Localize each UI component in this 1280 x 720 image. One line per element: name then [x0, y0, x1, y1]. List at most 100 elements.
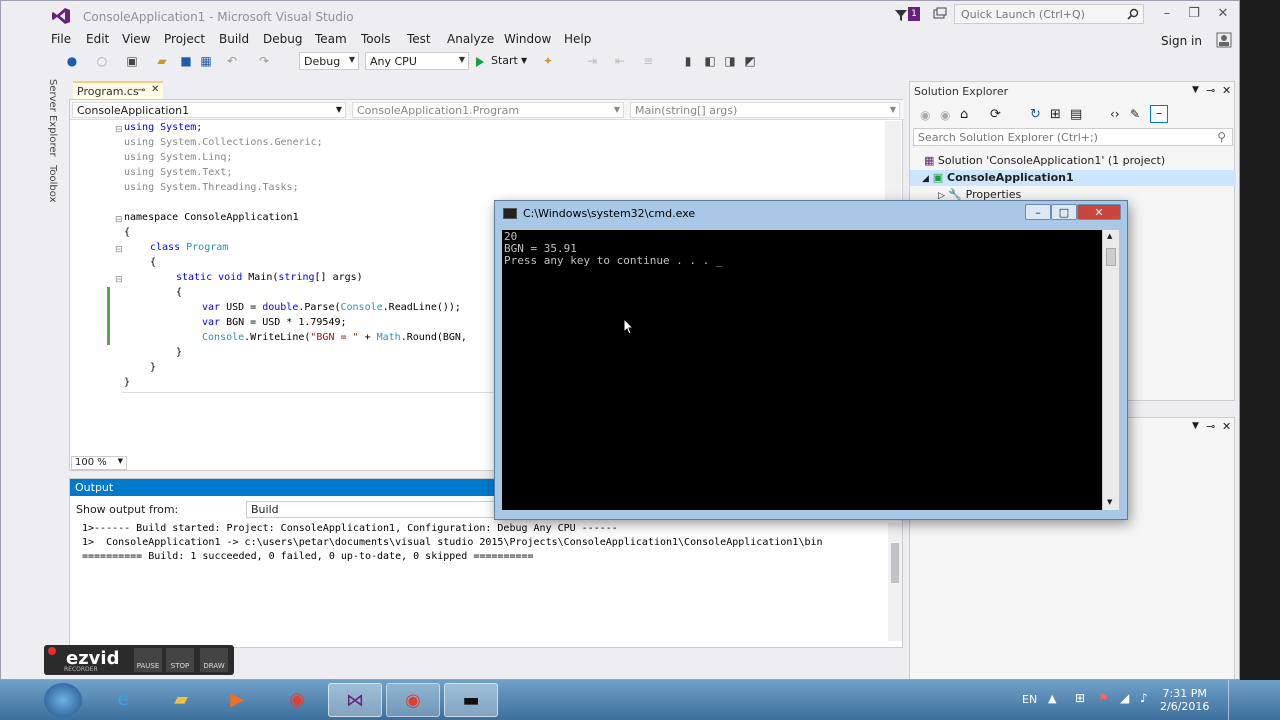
- console-scroll-thumb[interactable]: [1106, 248, 1116, 266]
- scroll-down-icon[interactable]: ▼: [1107, 498, 1112, 506]
- tray-volume-icon[interactable]: ♪: [1140, 691, 1148, 705]
- save-all-icon[interactable]: ▦: [199, 54, 213, 68]
- attach-icon[interactable]: ✦: [541, 54, 555, 68]
- menu-team[interactable]: Team: [315, 32, 347, 46]
- undo-icon[interactable]: ↶: [225, 54, 239, 68]
- filter-icon[interactable]: [894, 8, 908, 22]
- quick-launch-input[interactable]: Quick Launch (Ctrl+Q): [954, 4, 1144, 24]
- show-desktop-button[interactable]: [1228, 680, 1240, 720]
- console-close-button[interactable]: ✕: [1077, 204, 1121, 220]
- taskbar-chrome-2-icon[interactable]: ◉: [386, 683, 440, 717]
- document-tab-program[interactable]: Program.cs ⊸ ✕: [73, 81, 163, 99]
- pin-icon[interactable]: ⊸: [1206, 84, 1215, 97]
- taskbar-visual-studio-icon[interactable]: ⋈: [328, 683, 382, 717]
- collapse-all-icon[interactable]: ⊞: [1050, 107, 1061, 122]
- solution-platform-dropdown[interactable]: Any CPU ▼: [365, 52, 469, 70]
- solution-search-input[interactable]: Search Solution Explorer (Ctrl+;) ⚲: [913, 128, 1233, 146]
- ezvid-draw-button[interactable]: DRAW: [200, 648, 228, 672]
- class-dropdown[interactable]: ConsoleApplication1.Program ▼: [352, 102, 624, 118]
- menu-file[interactable]: File: [51, 32, 71, 46]
- view-code-icon[interactable]: ‹›: [1110, 107, 1120, 121]
- code-line: using System;: [124, 122, 202, 137]
- taskbar-internet-explorer-icon[interactable]: e: [96, 683, 150, 717]
- preview-icon[interactable]: –: [1150, 105, 1168, 123]
- expand-icon[interactable]: ◢: [922, 174, 929, 184]
- tray-show-hidden-icon[interactable]: ▲: [1048, 692, 1056, 705]
- zoom-dropdown[interactable]: 100 % ▼: [71, 456, 127, 470]
- output-source-dropdown[interactable]: Build▼: [246, 501, 526, 518]
- taskbar-cmd-icon[interactable]: ▬: [444, 683, 498, 717]
- feedback-icon[interactable]: [933, 7, 947, 21]
- ezvid-pause-button[interactable]: PAUSE: [134, 648, 162, 672]
- account-icon[interactable]: [1216, 32, 1232, 48]
- menu-test[interactable]: Test: [407, 32, 431, 46]
- ezvid-stop-button[interactable]: STOP: [166, 648, 194, 672]
- step-icon[interactable]: ⇥: [585, 54, 599, 68]
- properties-icon[interactable]: ✎: [1130, 107, 1140, 121]
- forward-icon[interactable]: ◉: [940, 108, 950, 122]
- scroll-up-icon[interactable]: ▲: [1107, 232, 1112, 240]
- redo-icon[interactable]: ↷: [257, 54, 271, 68]
- console-window[interactable]: C:\Windows\system32\cmd.exe – □ ✕ 20 BGN…: [494, 200, 1128, 520]
- toolbox-tab[interactable]: Toolbox: [47, 165, 58, 203]
- home-icon[interactable]: ⌂: [960, 107, 968, 122]
- menu-tools[interactable]: Tools: [361, 32, 391, 46]
- console-output[interactable]: 20 BGN = 35.91 Press any key to continue…: [502, 230, 1102, 510]
- open-file-icon[interactable]: ▰: [155, 54, 169, 68]
- new-project-icon[interactable]: ▣: [125, 54, 139, 68]
- menu-help[interactable]: Help: [564, 32, 591, 46]
- console-scrollbar[interactable]: ▲ ▼: [1102, 230, 1119, 510]
- tree-item-project[interactable]: ◢ ▣ ConsoleApplication1: [922, 171, 1074, 184]
- navigate-back-icon[interactable]: ●: [65, 54, 79, 68]
- project-dropdown[interactable]: ConsoleApplication1 ▼: [72, 102, 346, 118]
- minimize-button[interactable]: –: [1159, 7, 1175, 21]
- sync-icon[interactable]: ⟳: [990, 107, 1001, 122]
- menu-debug[interactable]: Debug: [263, 32, 302, 46]
- show-all-files-icon[interactable]: ▤: [1070, 107, 1082, 122]
- close-icon[interactable]: ✕: [1222, 420, 1231, 433]
- start-orb-icon[interactable]: [44, 683, 82, 717]
- solution-config-dropdown[interactable]: Debug ▼: [299, 52, 359, 70]
- console-minimize-button[interactable]: –: [1025, 204, 1051, 220]
- format-icon[interactable]: ≡: [641, 54, 655, 68]
- dropdown-icon[interactable]: ▼: [1192, 421, 1199, 431]
- taskbar-media-player-icon[interactable]: ▶: [210, 683, 264, 717]
- close-button[interactable]: ✕: [1215, 7, 1231, 21]
- language-indicator[interactable]: EN: [1022, 693, 1037, 706]
- pin-icon[interactable]: ⊸: [137, 85, 145, 96]
- tray-signal-icon[interactable]: ◢: [1120, 691, 1129, 705]
- bookmark-next-icon[interactable]: ◨: [723, 54, 737, 68]
- notification-badge[interactable]: 1: [908, 7, 920, 21]
- tree-item-solution[interactable]: ▦ Solution 'ConsoleApplication1' (1 proj…: [924, 154, 1165, 167]
- bookmark-prev-icon[interactable]: ◧: [703, 54, 717, 68]
- save-icon[interactable]: ■: [179, 54, 193, 68]
- menu-project[interactable]: Project: [164, 32, 205, 46]
- close-tab-icon[interactable]: ✕: [151, 84, 159, 95]
- step-over-icon[interactable]: ⇤: [613, 54, 627, 68]
- navigate-forward-icon[interactable]: ○: [95, 54, 109, 68]
- member-dropdown[interactable]: Main(string[] args) ▼: [630, 102, 900, 118]
- dropdown-icon[interactable]: ▼: [1192, 85, 1199, 95]
- output-scroll-thumb[interactable]: [891, 543, 899, 583]
- output-scrollbar[interactable]: [888, 523, 902, 641]
- menu-view[interactable]: View: [122, 32, 150, 46]
- server-explorer-tab[interactable]: Server Explorer: [47, 79, 58, 157]
- menu-edit[interactable]: Edit: [86, 32, 109, 46]
- bookmark-clear-icon[interactable]: ◩: [743, 54, 757, 68]
- tray-network-icon[interactable]: ⊞: [1075, 691, 1085, 705]
- menu-window[interactable]: Window: [504, 32, 551, 46]
- tray-flag-icon[interactable]: ⚑: [1098, 691, 1109, 705]
- close-icon[interactable]: ✕: [1222, 84, 1231, 97]
- taskbar-explorer-icon[interactable]: ▰: [154, 683, 208, 717]
- refresh-icon[interactable]: ↻: [1030, 107, 1041, 122]
- system-clock[interactable]: 7:31 PM 2/6/2016: [1160, 687, 1209, 713]
- sign-in-link[interactable]: Sign in: [1161, 34, 1202, 48]
- console-maximize-button[interactable]: □: [1051, 204, 1077, 220]
- menu-build[interactable]: Build: [219, 32, 249, 46]
- maximize-button[interactable]: ❐: [1186, 7, 1202, 21]
- taskbar-chrome-icon[interactable]: ◉: [270, 683, 324, 717]
- back-icon[interactable]: ◉: [920, 108, 930, 122]
- bookmark-icon[interactable]: ▮: [681, 54, 695, 68]
- pin-icon[interactable]: ⊸: [1206, 420, 1215, 433]
- menu-analyze[interactable]: Analyze: [447, 32, 494, 46]
